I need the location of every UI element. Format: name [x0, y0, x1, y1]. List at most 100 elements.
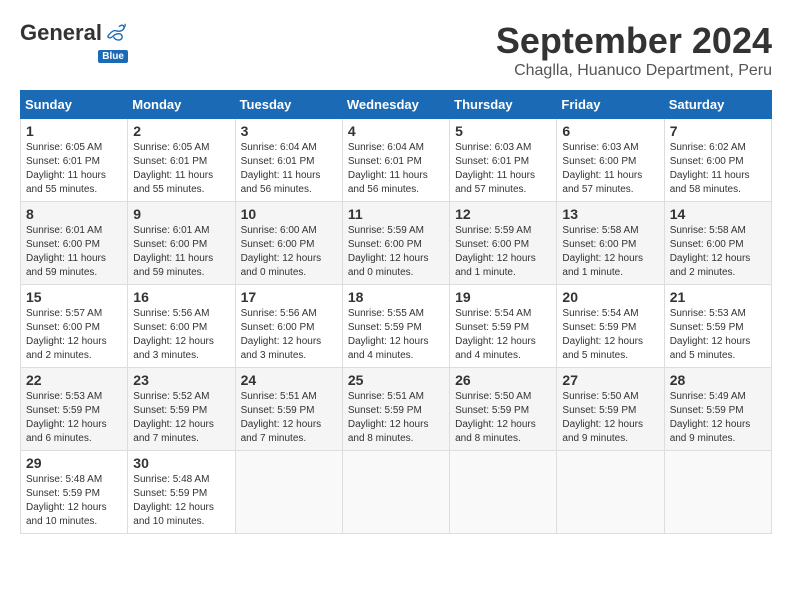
calendar-cell: 20 Sunrise: 5:54 AMSunset: 5:59 PMDayligh… [557, 285, 664, 368]
calendar-cell: 28 Sunrise: 5:49 AMSunset: 5:59 PMDayligh… [664, 368, 771, 451]
calendar-cell: 30 Sunrise: 5:48 AMSunset: 5:59 PMDayligh… [128, 451, 235, 534]
day-number: 12 [455, 206, 551, 222]
day-info: Sunrise: 5:56 AMSunset: 6:00 PMDaylight:… [241, 307, 337, 363]
calendar-cell: 16Sunrise: 5:56 AMSunset: 6:00 PMDayligh… [128, 285, 235, 368]
title-area: September 2024 Chaglla, Huanuco Departme… [496, 20, 772, 80]
day-number: 14 [670, 206, 766, 222]
calendar-cell: 8 Sunrise: 6:01 AMSunset: 6:00 PMDaylight… [21, 202, 128, 285]
day-info: Sunrise: 5:52 AMSunset: 5:59 PMDaylight:… [133, 390, 229, 446]
day-number: 6 [562, 123, 658, 139]
calendar-week-row: 15 Sunrise: 5:57 AMSunset: 6:00 PMDayligh… [21, 285, 772, 368]
logo-blue-label: Blue [98, 50, 128, 63]
day-info: Sunrise: 5:49 AMSunset: 5:59 PMDaylight:… [670, 390, 766, 446]
day-number: 2 [133, 123, 229, 139]
day-info: Sunrise: 6:00 AMSunset: 6:00 PMDaylight:… [241, 224, 337, 280]
calendar-cell [450, 451, 557, 534]
day-info: Sunrise: 5:53 AMSunset: 5:59 PMDaylight:… [26, 390, 122, 446]
calendar-cell: 10 Sunrise: 6:00 AMSunset: 6:00 PMDayligh… [235, 202, 342, 285]
calendar-week-row: 1 Sunrise: 6:05 AMSunset: 6:01 PMDaylight… [21, 119, 772, 202]
day-info: Sunrise: 6:01 AMSunset: 6:00 PMDaylight:… [133, 224, 229, 280]
day-info: Sunrise: 5:55 AMSunset: 5:59 PMDaylight:… [348, 307, 444, 363]
day-info: Sunrise: 5:54 AMSunset: 5:59 PMDaylight:… [455, 307, 551, 363]
calendar-cell: 29 Sunrise: 5:48 AMSunset: 5:59 PMDayligh… [21, 451, 128, 534]
day-info: Sunrise: 5:51 AMSunset: 5:59 PMDaylight:… [241, 390, 337, 446]
page-header: General Blue September 2024 Chaglla, Hua… [20, 20, 772, 80]
day-number: 10 [241, 206, 337, 222]
day-number: 15 [26, 289, 122, 305]
logo-general-text: General [20, 20, 102, 46]
calendar-week-row: 29 Sunrise: 5:48 AMSunset: 5:59 PMDayligh… [21, 451, 772, 534]
calendar-cell: 18 Sunrise: 5:55 AMSunset: 5:59 PMDayligh… [342, 285, 449, 368]
calendar-cell: 21 Sunrise: 5:53 AMSunset: 5:59 PMDayligh… [664, 285, 771, 368]
day-header-sunday: Sunday [21, 91, 128, 119]
calendar-cell: 3Sunrise: 6:04 AMSunset: 6:01 PMDaylight… [235, 119, 342, 202]
day-number: 23 [133, 372, 229, 388]
day-number: 3 [241, 123, 337, 139]
calendar-header-row: SundayMondayTuesdayWednesdayThursdayFrid… [21, 91, 772, 119]
day-info: Sunrise: 5:59 AMSunset: 6:00 PMDaylight:… [348, 224, 444, 280]
day-number: 28 [670, 372, 766, 388]
day-number: 8 [26, 206, 122, 222]
day-info: Sunrise: 6:03 AMSunset: 6:01 PMDaylight:… [455, 141, 551, 197]
day-number: 7 [670, 123, 766, 139]
calendar-cell [557, 451, 664, 534]
day-header-tuesday: Tuesday [235, 91, 342, 119]
day-number: 30 [133, 455, 229, 471]
day-info: Sunrise: 6:05 AMSunset: 6:01 PMDaylight:… [26, 141, 122, 197]
calendar-week-row: 22 Sunrise: 5:53 AMSunset: 5:59 PMDayligh… [21, 368, 772, 451]
calendar-cell [664, 451, 771, 534]
day-number: 22 [26, 372, 122, 388]
location-title: Chaglla, Huanuco Department, Peru [496, 62, 772, 80]
day-number: 21 [670, 289, 766, 305]
day-info: Sunrise: 6:03 AMSunset: 6:00 PMDaylight:… [562, 141, 658, 197]
month-title: September 2024 [496, 20, 772, 62]
calendar-cell: 5Sunrise: 6:03 AMSunset: 6:01 PMDaylight… [450, 119, 557, 202]
day-number: 1 [26, 123, 122, 139]
day-number: 27 [562, 372, 658, 388]
day-info: Sunrise: 5:48 AMSunset: 5:59 PMDaylight:… [133, 473, 229, 529]
day-number: 9 [133, 206, 229, 222]
day-number: 4 [348, 123, 444, 139]
day-header-monday: Monday [128, 91, 235, 119]
calendar-cell: 9 Sunrise: 6:01 AMSunset: 6:00 PMDaylight… [128, 202, 235, 285]
calendar-cell: 17 Sunrise: 5:56 AMSunset: 6:00 PMDayligh… [235, 285, 342, 368]
calendar-cell: 1 Sunrise: 6:05 AMSunset: 6:01 PMDaylight… [21, 119, 128, 202]
calendar-cell: 23 Sunrise: 5:52 AMSunset: 5:59 PMDayligh… [128, 368, 235, 451]
day-number: 24 [241, 372, 337, 388]
day-info: Sunrise: 5:58 AMSunset: 6:00 PMDaylight:… [670, 224, 766, 280]
day-header-saturday: Saturday [664, 91, 771, 119]
day-info: Sunrise: 5:54 AMSunset: 5:59 PMDaylight:… [562, 307, 658, 363]
calendar-cell: 24 Sunrise: 5:51 AMSunset: 5:59 PMDayligh… [235, 368, 342, 451]
calendar-cell [342, 451, 449, 534]
calendar-cell: 11 Sunrise: 5:59 AMSunset: 6:00 PMDayligh… [342, 202, 449, 285]
day-info: Sunrise: 5:48 AMSunset: 5:59 PMDaylight:… [26, 473, 122, 529]
day-number: 18 [348, 289, 444, 305]
calendar-cell: 6 Sunrise: 6:03 AMSunset: 6:00 PMDaylight… [557, 119, 664, 202]
calendar-cell: 27Sunrise: 5:50 AMSunset: 5:59 PMDayligh… [557, 368, 664, 451]
calendar-table: SundayMondayTuesdayWednesdayThursdayFrid… [20, 90, 772, 534]
day-info: Sunrise: 6:05 AMSunset: 6:01 PMDaylight:… [133, 141, 229, 197]
day-info: Sunrise: 6:02 AMSunset: 6:00 PMDaylight:… [670, 141, 766, 197]
day-number: 11 [348, 206, 444, 222]
day-info: Sunrise: 6:01 AMSunset: 6:00 PMDaylight:… [26, 224, 122, 280]
calendar-cell: 22 Sunrise: 5:53 AMSunset: 5:59 PMDayligh… [21, 368, 128, 451]
day-info: Sunrise: 5:53 AMSunset: 5:59 PMDaylight:… [670, 307, 766, 363]
day-number: 29 [26, 455, 122, 471]
calendar-cell: 14 Sunrise: 5:58 AMSunset: 6:00 PMDayligh… [664, 202, 771, 285]
day-header-thursday: Thursday [450, 91, 557, 119]
calendar-cell: 12Sunrise: 5:59 AMSunset: 6:00 PMDayligh… [450, 202, 557, 285]
day-number: 17 [241, 289, 337, 305]
day-info: Sunrise: 5:56 AMSunset: 6:00 PMDaylight:… [133, 307, 229, 363]
calendar-cell: 19Sunrise: 5:54 AMSunset: 5:59 PMDayligh… [450, 285, 557, 368]
day-number: 20 [562, 289, 658, 305]
day-header-friday: Friday [557, 91, 664, 119]
calendar-cell: 7 Sunrise: 6:02 AMSunset: 6:00 PMDaylight… [664, 119, 771, 202]
logo: General Blue [20, 20, 128, 64]
calendar-cell: 13Sunrise: 5:58 AMSunset: 6:00 PMDayligh… [557, 202, 664, 285]
day-info: Sunrise: 6:04 AMSunset: 6:01 PMDaylight:… [348, 141, 444, 197]
day-header-wednesday: Wednesday [342, 91, 449, 119]
day-info: Sunrise: 5:57 AMSunset: 6:00 PMDaylight:… [26, 307, 122, 363]
calendar-cell: 15 Sunrise: 5:57 AMSunset: 6:00 PMDayligh… [21, 285, 128, 368]
day-number: 25 [348, 372, 444, 388]
day-number: 13 [562, 206, 658, 222]
